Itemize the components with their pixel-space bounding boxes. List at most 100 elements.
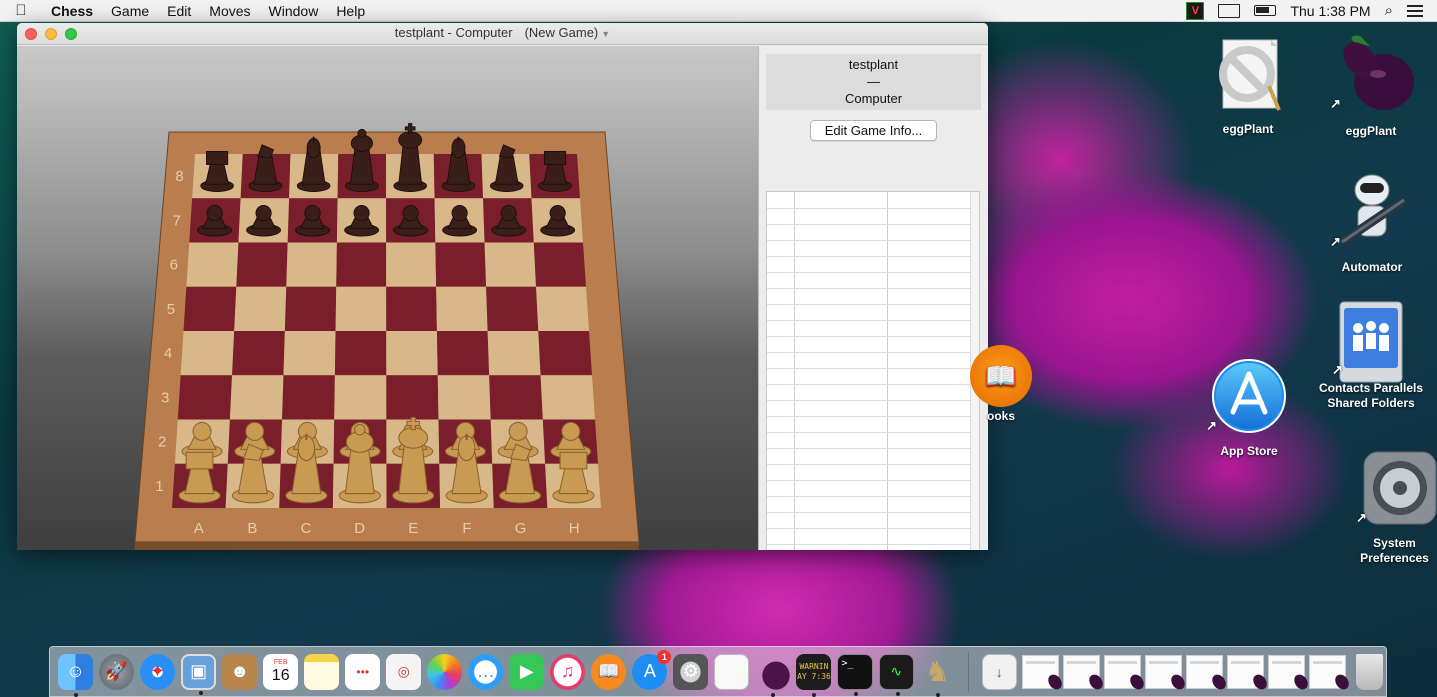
board-square-d4[interactable] <box>334 331 387 376</box>
board-square-a4[interactable] <box>180 331 235 376</box>
move-row[interactable] <box>767 368 971 385</box>
board-square-a3[interactable] <box>177 375 233 420</box>
move-row[interactable] <box>767 528 971 545</box>
dock-minimized-window-4[interactable] <box>1144 654 1188 692</box>
dock-messages-icon[interactable]: … <box>468 653 504 690</box>
dock-photo-booth-icon[interactable]: ◎ <box>386 653 422 690</box>
dock-app-store-icon[interactable]: A1 <box>632 649 672 690</box>
menu-edit[interactable]: Edit <box>158 0 200 22</box>
menu-game[interactable]: Game <box>102 0 158 22</box>
move-row[interactable] <box>767 208 971 225</box>
move-row[interactable] <box>767 464 971 481</box>
board-square-d5[interactable] <box>335 286 387 331</box>
dock-finder-icon[interactable]: ☺ <box>58 653 94 697</box>
board-square-b4[interactable] <box>232 331 285 376</box>
desktop-icon-eggplant-app[interactable]: eggPlant <box>1200 36 1296 137</box>
dock-photos-icon[interactable] <box>427 653 463 690</box>
dock-downloads-icon[interactable]: ↓ <box>981 653 1017 690</box>
board-square-b6[interactable] <box>236 242 288 287</box>
board-square-e4[interactable] <box>386 331 438 376</box>
battery-icon[interactable] <box>1254 5 1277 16</box>
move-row[interactable] <box>767 400 971 417</box>
menu-moves[interactable]: Moves <box>200 0 259 22</box>
move-row[interactable] <box>767 304 971 321</box>
dock-system-preferences-icon[interactable]: ⚙ <box>673 653 709 690</box>
desktop-icon-automator[interactable]: ↗ Automator <box>1324 170 1420 275</box>
chess-board[interactable]: 8 7 6 5 4 3 2 1 A B C D E F G H <box>17 46 758 550</box>
board-square-f4[interactable] <box>436 331 490 376</box>
dock-preview-icon[interactable]: ▣ <box>181 653 217 695</box>
move-row[interactable] <box>767 448 971 465</box>
dock-itunes-icon[interactable]: ♫ <box>550 653 586 690</box>
board-square-d6[interactable] <box>336 242 387 287</box>
desktop-icon-books[interactable]: 📖 ooks <box>970 345 1040 424</box>
dock-minimized-window-6[interactable] <box>1226 654 1270 692</box>
notification-center-icon[interactable] <box>1407 4 1423 17</box>
board-square-d3[interactable] <box>334 375 387 420</box>
move-row[interactable] <box>767 496 971 513</box>
dock-notes-icon[interactable] <box>304 653 340 690</box>
chess-board-view[interactable]: 8 7 6 5 4 3 2 1 A B C D E F G H <box>17 46 758 550</box>
move-row[interactable] <box>767 416 971 433</box>
vnc-status-icon[interactable]: V <box>1186 1 1205 20</box>
dock-textedit-icon[interactable] <box>714 653 750 690</box>
board-square-g6[interactable] <box>484 242 537 287</box>
move-row[interactable] <box>767 320 971 337</box>
chevron-down-icon[interactable]: ▼ <box>601 29 610 39</box>
board-square-g3[interactable] <box>489 375 543 420</box>
dock-minimized-window-3[interactable] <box>1103 654 1147 692</box>
display-mirroring-icon[interactable] <box>1218 3 1241 18</box>
desktop-icon-eggplant-alias[interactable]: ↗ eggPlant <box>1322 32 1420 139</box>
window-titlebar[interactable]: testplant - Computer (New Game) ▼ <box>17 23 988 45</box>
desktop-icon-parallels-folders[interactable]: ↗ Contacts Parallels Shared Folders <box>1318 298 1424 411</box>
board-square-f6[interactable] <box>435 242 487 287</box>
board-square-b5[interactable] <box>234 286 287 331</box>
board-square-b3[interactable] <box>229 375 284 420</box>
dock-minimized-window-8[interactable] <box>1308 654 1352 692</box>
dock-facetime-icon[interactable]: ▶ <box>509 653 545 690</box>
board-square-c3[interactable] <box>282 375 335 420</box>
dock-minimized-window-7[interactable] <box>1267 654 1311 692</box>
move-row[interactable] <box>767 352 971 369</box>
dock-trash-icon[interactable] <box>1355 653 1384 690</box>
dock-calendar-icon[interactable]: FEB 16 <box>263 653 299 690</box>
move-row[interactable] <box>767 288 971 305</box>
moves-list[interactable] <box>766 191 980 550</box>
board-square-f5[interactable] <box>436 286 488 331</box>
move-row[interactable] <box>767 336 971 353</box>
move-row[interactable] <box>767 512 971 529</box>
board-square-h3[interactable] <box>540 375 595 420</box>
dock-contacts-icon[interactable]: ☻ <box>222 653 258 690</box>
board-square-h6[interactable] <box>533 242 586 287</box>
dock-minimized-window-1[interactable] <box>1021 654 1065 692</box>
board-square-h4[interactable] <box>538 331 592 376</box>
board-square-c4[interactable] <box>283 331 336 376</box>
dock-terminal-icon[interactable]: >_ <box>837 653 873 696</box>
board-square-c6[interactable] <box>286 242 337 287</box>
move-row[interactable] <box>767 480 971 497</box>
dock-console-icon[interactable]: WARNIN AY 7:36 <box>796 653 832 697</box>
board-square-a6[interactable] <box>186 242 239 287</box>
desktop-icon-system-preferences[interactable]: ↗ System Preferences <box>1352 450 1437 566</box>
menu-help[interactable]: Help <box>327 0 374 22</box>
move-row[interactable] <box>767 240 971 257</box>
dock-ibooks-icon[interactable]: 📖 <box>591 653 627 690</box>
board-square-h5[interactable] <box>536 286 589 331</box>
board-square-f3[interactable] <box>437 375 491 420</box>
board-square-g4[interactable] <box>487 331 541 376</box>
spotlight-search-icon[interactable]: ⌕ <box>1385 2 1393 19</box>
apple-menu-icon[interactable]:  <box>0 2 42 19</box>
dock-minimized-window-5[interactable] <box>1185 654 1229 692</box>
menubar-clock[interactable]: Thu 1:38 PM <box>1290 3 1370 19</box>
dock-safari-icon[interactable]: ✦ <box>140 653 176 690</box>
move-row[interactable] <box>767 224 971 241</box>
move-row[interactable] <box>767 192 971 209</box>
window-title-subtitle[interactable]: (New Game) <box>525 25 599 40</box>
menu-window[interactable]: Window <box>260 0 328 22</box>
desktop-icon-app-store[interactable]: ↗ App Store <box>1202 358 1296 459</box>
dock-reminders-icon[interactable]: ••• <box>345 653 381 690</box>
move-row[interactable] <box>767 544 971 550</box>
board-square-a5[interactable] <box>183 286 237 331</box>
board-square-e3[interactable] <box>386 375 439 420</box>
edit-game-info-button[interactable]: Edit Game Info... <box>810 120 937 141</box>
